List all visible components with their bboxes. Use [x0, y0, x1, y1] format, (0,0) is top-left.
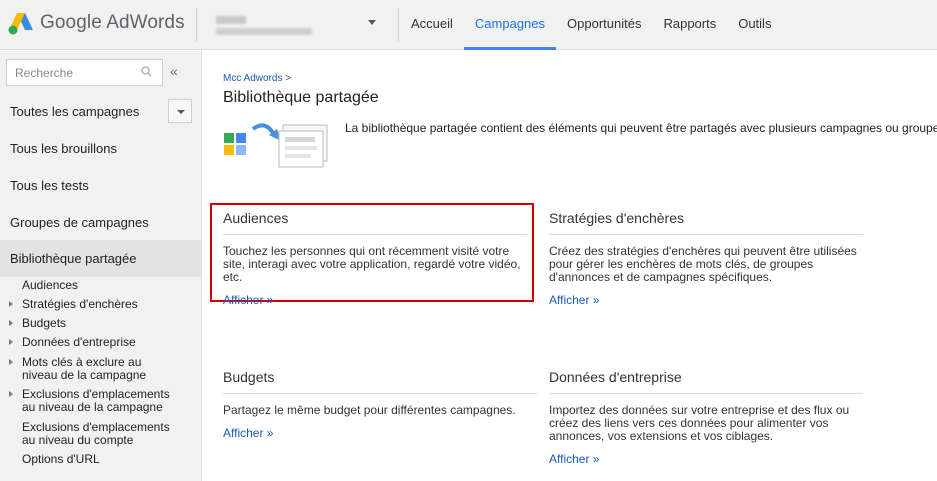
card-audiences: Audiences Touchez les personnes qui ont …: [223, 210, 527, 309]
account-name-redacted: [216, 16, 246, 24]
nav-tab-accueil[interactable]: Accueil: [400, 0, 464, 50]
intro-text: La bibliothèque partagée contient des él…: [345, 121, 937, 135]
main-nav: Accueil Campagnes Opportunités Rapports …: [400, 0, 782, 50]
sub-item-label: Stratégies d'enchères: [22, 297, 138, 311]
sub-item-label: Mots clés à exclure au niveau de la camp…: [22, 355, 147, 382]
sidebar-item-label: Tous les tests: [10, 178, 89, 193]
account-selector[interactable]: [216, 14, 376, 38]
sidebar-item-label: Bibliothèque partagée: [10, 251, 137, 266]
sub-item-donnees-entreprise[interactable]: Données d'entreprise: [0, 336, 136, 349]
sidebar-item-bibliotheque-partagee[interactable]: Bibliothèque partagée: [0, 240, 202, 277]
sub-item-exclusions-campagne[interactable]: Exclusions d'emplacements au niveau de l…: [0, 388, 178, 414]
sidebar: « Toutes les campagnes Tous les brouillo…: [0, 51, 202, 481]
afficher-link[interactable]: Afficher »: [223, 293, 273, 307]
sidebar-item-tests[interactable]: Tous les tests: [0, 167, 202, 204]
sub-item-strategies[interactable]: Stratégies d'enchères: [0, 298, 138, 311]
card-budgets: Budgets Partagez le même budget pour dif…: [223, 369, 537, 442]
nav-tab-campagnes[interactable]: Campagnes: [463, 0, 557, 50]
sidebar-item-label: Groupes de campagnes: [10, 215, 149, 230]
page-title: Bibliothèque partagée: [223, 89, 379, 106]
afficher-link[interactable]: Afficher »: [549, 293, 599, 307]
expand-arrow-icon[interactable]: [9, 391, 13, 397]
card-donnees-entreprise: Données d'entreprise Importez des donnée…: [549, 369, 863, 468]
campaigns-dropdown-button[interactable]: [168, 99, 192, 123]
card-description: Touchez les personnes qui ont récemment …: [223, 244, 521, 284]
top-bar: Google AdWords Accueil Campagnes Opportu…: [0, 0, 937, 50]
divider: [196, 8, 197, 42]
card-title: Budgets: [223, 369, 537, 394]
divider: [398, 8, 399, 42]
sub-item-label: Options d'URL: [22, 452, 100, 466]
main-content: Mcc Adwords > Bibliothèque partagée La b…: [203, 51, 937, 481]
sub-item-label: Budgets: [22, 316, 67, 330]
sub-item-label: Exclusions d'emplacements au niveau de l…: [22, 387, 170, 414]
sidebar-item-brouillons[interactable]: Tous les brouillons: [0, 130, 202, 167]
expand-arrow-icon[interactable]: [9, 301, 13, 307]
expand-arrow-icon[interactable]: [9, 320, 13, 326]
expand-arrow-icon[interactable]: [9, 339, 13, 345]
breadcrumb: Mcc Adwords >: [223, 73, 291, 84]
logo-text: Google AdWords: [40, 12, 185, 33]
search-box: [6, 59, 163, 86]
card-title: Données d'entreprise: [549, 369, 863, 394]
card-strategies-encheres: Stratégies d'enchères Créez des stratégi…: [549, 210, 863, 309]
sub-item-mots-cles-exclure[interactable]: Mots clés à exclure au niveau de la camp…: [0, 356, 178, 382]
sub-item-audiences[interactable]: Audiences: [0, 279, 78, 292]
afficher-link[interactable]: Afficher »: [223, 426, 273, 440]
sub-item-label: Données d'entreprise: [22, 335, 136, 349]
collapse-sidebar-icon[interactable]: «: [170, 63, 178, 79]
adwords-logo-icon: [8, 13, 33, 35]
breadcrumb-link[interactable]: Mcc Adwords: [223, 73, 282, 84]
card-description: Partagez le même budget pour différentes…: [223, 403, 516, 417]
shared-library-illustration-icon: [224, 123, 328, 168]
sidebar-item-label: Toutes les campagnes: [10, 104, 140, 119]
card-description: Importez des données sur votre entrepris…: [549, 403, 850, 443]
card-title: Stratégies d'enchères: [549, 210, 863, 235]
sub-item-budgets[interactable]: Budgets: [0, 317, 66, 330]
card-title: Audiences: [223, 210, 527, 235]
nav-tab-opportunites[interactable]: Opportunités: [556, 0, 652, 50]
sub-item-exclusions-compte[interactable]: Exclusions d'emplacements au niveau du c…: [0, 421, 178, 447]
expand-arrow-icon[interactable]: [9, 359, 13, 365]
afficher-link[interactable]: Afficher »: [549, 452, 599, 466]
breadcrumb-separator: >: [285, 73, 292, 84]
sidebar-item-toutes-campagnes[interactable]: Toutes les campagnes: [0, 93, 202, 130]
adwords-logo[interactable]: Google AdWords: [8, 10, 185, 36]
sidebar-item-groupes-campagnes[interactable]: Groupes de campagnes: [0, 204, 202, 241]
sub-item-options-url[interactable]: Options d'URL: [0, 453, 100, 466]
search-input[interactable]: [7, 60, 127, 85]
sub-item-label: Exclusions d'emplacements au niveau du c…: [22, 420, 170, 447]
account-id-redacted: [216, 28, 312, 35]
sub-item-label: Audiences: [22, 278, 79, 292]
nav-tab-rapports[interactable]: Rapports: [652, 0, 727, 50]
sidebar-item-label: Tous les brouillons: [10, 141, 117, 156]
chevron-down-icon: [368, 20, 376, 25]
search-icon[interactable]: [141, 66, 152, 77]
card-description: Créez des stratégies d'enchères qui peuv…: [549, 244, 857, 284]
nav-tab-outils[interactable]: Outils: [727, 0, 782, 50]
